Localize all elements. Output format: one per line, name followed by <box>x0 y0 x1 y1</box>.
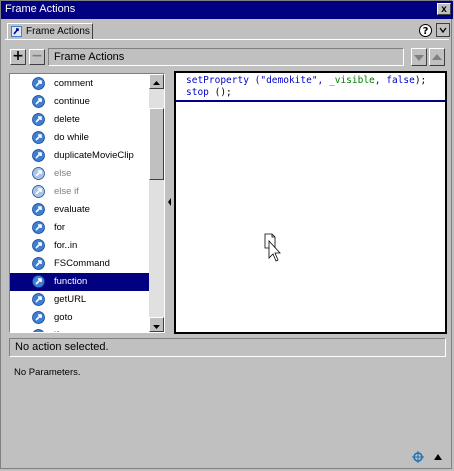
code-text: (); <box>208 87 232 98</box>
tab-label: Frame Actions <box>26 26 90 37</box>
help-icon[interactable]: ? <box>419 24 432 37</box>
list-item-label: else if <box>54 186 79 197</box>
scroll-down-button[interactable] <box>149 317 164 332</box>
frame-actions-window: Frame Actions x Frame Actions ? + − Fram… <box>0 0 453 469</box>
list-scrollbar[interactable] <box>149 74 164 332</box>
scroll-up-button[interactable] <box>149 74 164 89</box>
list-item[interactable]: else <box>10 165 149 183</box>
list-item[interactable]: FSCommand <box>10 255 149 273</box>
list-item-label: for..in <box>54 240 78 251</box>
list-item[interactable]: continue <box>10 93 149 111</box>
list-item[interactable]: for <box>10 219 149 237</box>
script-editor[interactable]: setProperty ("demokite", _visible, false… <box>174 71 447 334</box>
code-text: ); <box>414 75 427 86</box>
list-item[interactable]: do while <box>10 129 149 147</box>
list-item[interactable]: else if <box>10 183 149 201</box>
triangle-up-icon[interactable] <box>433 453 443 461</box>
close-button[interactable]: x <box>437 3 451 15</box>
code-keyword: stop <box>186 87 209 98</box>
add-action-button[interactable]: + <box>10 49 26 65</box>
action-circle-arrow-icon <box>32 203 45 216</box>
list-item-label: else <box>54 168 72 179</box>
status-bar: No action selected. <box>9 338 446 357</box>
flash-tab-icon <box>11 26 22 37</box>
list-item[interactable]: comment <box>10 75 149 93</box>
actions-list[interactable]: comment continue delete do while duplicateMo… <box>9 73 165 333</box>
remove-action-button[interactable]: − <box>29 49 45 65</box>
list-item-label: function <box>54 276 88 287</box>
action-circle-arrow-icon <box>32 95 45 108</box>
scroll-thumb[interactable] <box>149 108 164 180</box>
toolbar-title: Frame Actions <box>48 48 404 66</box>
list-item-label: do while <box>54 132 89 143</box>
window-title: Frame Actions <box>5 3 76 15</box>
list-item[interactable]: evaluate <box>10 201 149 219</box>
list-item-label: comment <box>54 78 94 89</box>
list-item[interactable]: getURL <box>10 291 149 309</box>
list-item[interactable]: function <box>10 273 149 291</box>
code-text: setProperty ("demokite", <box>186 75 329 86</box>
triangle-up-icon <box>432 54 442 60</box>
action-circle-arrow-icon <box>32 185 45 198</box>
script-line-1[interactable]: setProperty ("demokite", _visible, false… <box>186 75 426 86</box>
list-item[interactable]: duplicateMovieClip <box>10 147 149 165</box>
action-circle-arrow-icon <box>33 329 44 332</box>
action-circle-arrow-icon <box>32 239 45 252</box>
list-item[interactable]: delete <box>10 111 149 129</box>
code-property: _visible <box>329 75 375 86</box>
list-item-label: FSCommand <box>54 258 110 269</box>
triangle-down-icon <box>414 55 424 61</box>
list-item-label: continue <box>54 96 90 107</box>
scroll-up-arrow-icon <box>153 81 160 85</box>
list-item-label: for <box>54 222 66 233</box>
action-circle-arrow-icon <box>32 293 45 306</box>
script-line-2[interactable]: stop (); <box>186 87 232 98</box>
action-circle-arrow-icon <box>32 113 45 126</box>
list-item[interactable]: for..in <box>10 237 149 255</box>
list-item-label: getURL <box>54 294 87 305</box>
pane-splitter-handle[interactable] <box>166 73 174 333</box>
code-keyword: false <box>386 75 415 86</box>
selection-divider <box>176 100 445 102</box>
action-circle-arrow-icon <box>32 131 45 144</box>
action-circle-arrow-icon <box>32 149 45 162</box>
list-item-label: if <box>54 327 59 332</box>
action-circle-arrow-icon <box>32 257 45 270</box>
action-circle-arrow-icon <box>32 275 45 288</box>
panel-menu-icon[interactable] <box>436 23 450 37</box>
list-item[interactable]: if <box>10 327 149 332</box>
document-pointer-cursor-icon <box>264 233 281 262</box>
action-circle-arrow-icon <box>32 221 45 234</box>
tab-divider <box>5 39 449 40</box>
list-item-label: evaluate <box>54 204 90 215</box>
action-circle-arrow-icon <box>32 311 45 324</box>
scroll-down-arrow-icon <box>153 325 160 329</box>
move-up-button[interactable] <box>429 48 445 66</box>
list-item-label: goto <box>54 312 73 323</box>
action-circle-arrow-icon <box>32 77 45 90</box>
list-item-label: delete <box>54 114 80 125</box>
tab-frame-actions[interactable]: Frame Actions <box>7 23 93 40</box>
code-text: , <box>374 75 387 86</box>
list-item-label: duplicateMovieClip <box>54 150 134 161</box>
action-circle-arrow-icon <box>32 167 45 180</box>
parameters-text: No Parameters. <box>14 367 81 378</box>
crosshair-target-icon[interactable] <box>412 451 424 463</box>
title-bar[interactable]: Frame Actions x <box>1 1 453 19</box>
move-down-button[interactable] <box>411 48 427 66</box>
list-item[interactable]: goto <box>10 309 149 327</box>
